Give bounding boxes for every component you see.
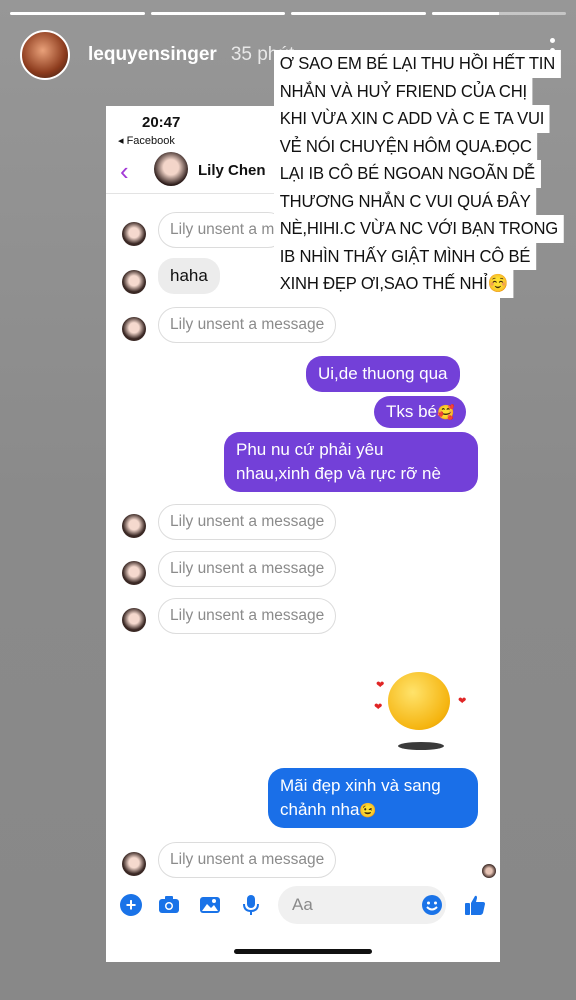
message-text-line: Phu nu cứ phải yêu [236,440,384,459]
story-text-line: NÈ,HIHI.C VỪA NC VỚI BẠN TRONG [274,215,564,243]
back-to-app-link[interactable]: ◂ Facebook [118,134,175,147]
status-bar-time: 20:47 [142,114,181,131]
outgoing-message[interactable]: Phu nu cứ phải yêu nhau,xinh đẹp và rực … [224,432,478,492]
story-text-line: LẠI IB CÔ BÉ NGOAN NGOÃN DỄ [274,160,541,188]
camera-icon[interactable] [158,894,180,916]
smiling-hearts-emoji: 🥰 [437,404,455,420]
story-text-overlay: Ơ SAO EM BÉ LẠI THU HỒI HẾT TIN NHẮN VÀ H… [274,50,564,298]
sender-avatar [122,608,146,632]
chevron-left-icon[interactable]: ‹ [120,158,129,184]
unsent-message-notice: Lily unsent a message [158,551,337,587]
story-text-line: VẺ NÓI CHUYỆN HÔM QUA.ĐỌC [274,132,538,160]
story-text-line: XINH ĐẸP ƠI,SAO THẾ NHỈ☺️ [274,270,514,298]
contact-avatar[interactable] [154,152,188,186]
emoji-icon[interactable] [421,894,443,916]
message-text: Tks bé [386,402,438,421]
home-indicator [234,949,372,954]
story-avatar[interactable] [20,30,70,80]
laughing-sticker[interactable]: ❤ ❤ ❤ [374,662,466,754]
unsent-message-notice: Lily unsent a message [158,842,337,878]
heart-icon: ❤ [374,702,383,713]
incoming-message[interactable]: haha [158,258,220,294]
message-composer: + Aa [106,882,500,928]
unsent-message-notice: Lily unsent a message [158,307,337,343]
unsent-message-notice: Lily unsent a message [158,504,337,540]
outgoing-message[interactable]: Mãi đẹp xinh và sang chảnh nha😉 [268,768,478,828]
outgoing-message[interactable]: Ui,de thuong qua [306,356,460,392]
story-text-line: Ơ SAO EM BÉ LẠI THU HỒI HẾT TIN [274,50,561,78]
sender-avatar [122,561,146,585]
sender-avatar [122,222,146,246]
photo-icon[interactable] [199,894,221,916]
unsent-message-notice: Lily unsent a message [158,598,337,634]
microphone-icon[interactable] [240,894,262,916]
plus-icon[interactable]: + [120,894,142,916]
message-text-line-with-emoji: chảnh nha😉 [280,798,466,822]
sender-avatar [122,852,146,876]
outgoing-message[interactable]: Tks bé🥰 [374,396,467,428]
sender-avatar [122,317,146,341]
story-text-line: NHẮN VÀ HUỶ FRIEND CỦA CHỊ [274,77,533,105]
sender-avatar [122,514,146,538]
message-text: chảnh nha [280,800,360,819]
sender-avatar [122,270,146,294]
message-text-line: Mãi đẹp xinh và sang [280,776,441,795]
story-username[interactable]: lequyensinger [88,44,217,66]
story-progress-bar [10,12,566,15]
laughing-face-icon [388,672,450,730]
winking-face-emoji: 😉 [359,802,377,818]
story-text-line: KHI VỪA XIN C ADD VÀ C E TA VUI [274,105,550,133]
story-text-line: IB NHÌN THẤY GIẬT MÌNH CÔ BÉ [274,242,536,270]
message-text: Ui,de thuong qua [318,364,448,383]
heart-icon: ❤ [458,696,467,707]
message-text-line: nhau,xinh đẹp và rực rỡ nè [236,464,441,483]
progress-segment [150,12,285,15]
seen-indicator-avatar [482,864,496,878]
progress-segment [10,12,145,15]
progress-segment [431,12,566,15]
unsent-message-notice: Lily unsent a m [158,212,286,248]
heart-icon: ❤ [376,680,385,691]
thumbs-up-icon[interactable] [464,894,486,916]
story-text-line: THƯƠNG NHẮN C VUI QUÁ ĐÂY [274,187,537,215]
contact-name[interactable]: Lily Chen [198,162,266,179]
progress-segment [291,12,426,15]
sticker-shadow [398,742,444,750]
